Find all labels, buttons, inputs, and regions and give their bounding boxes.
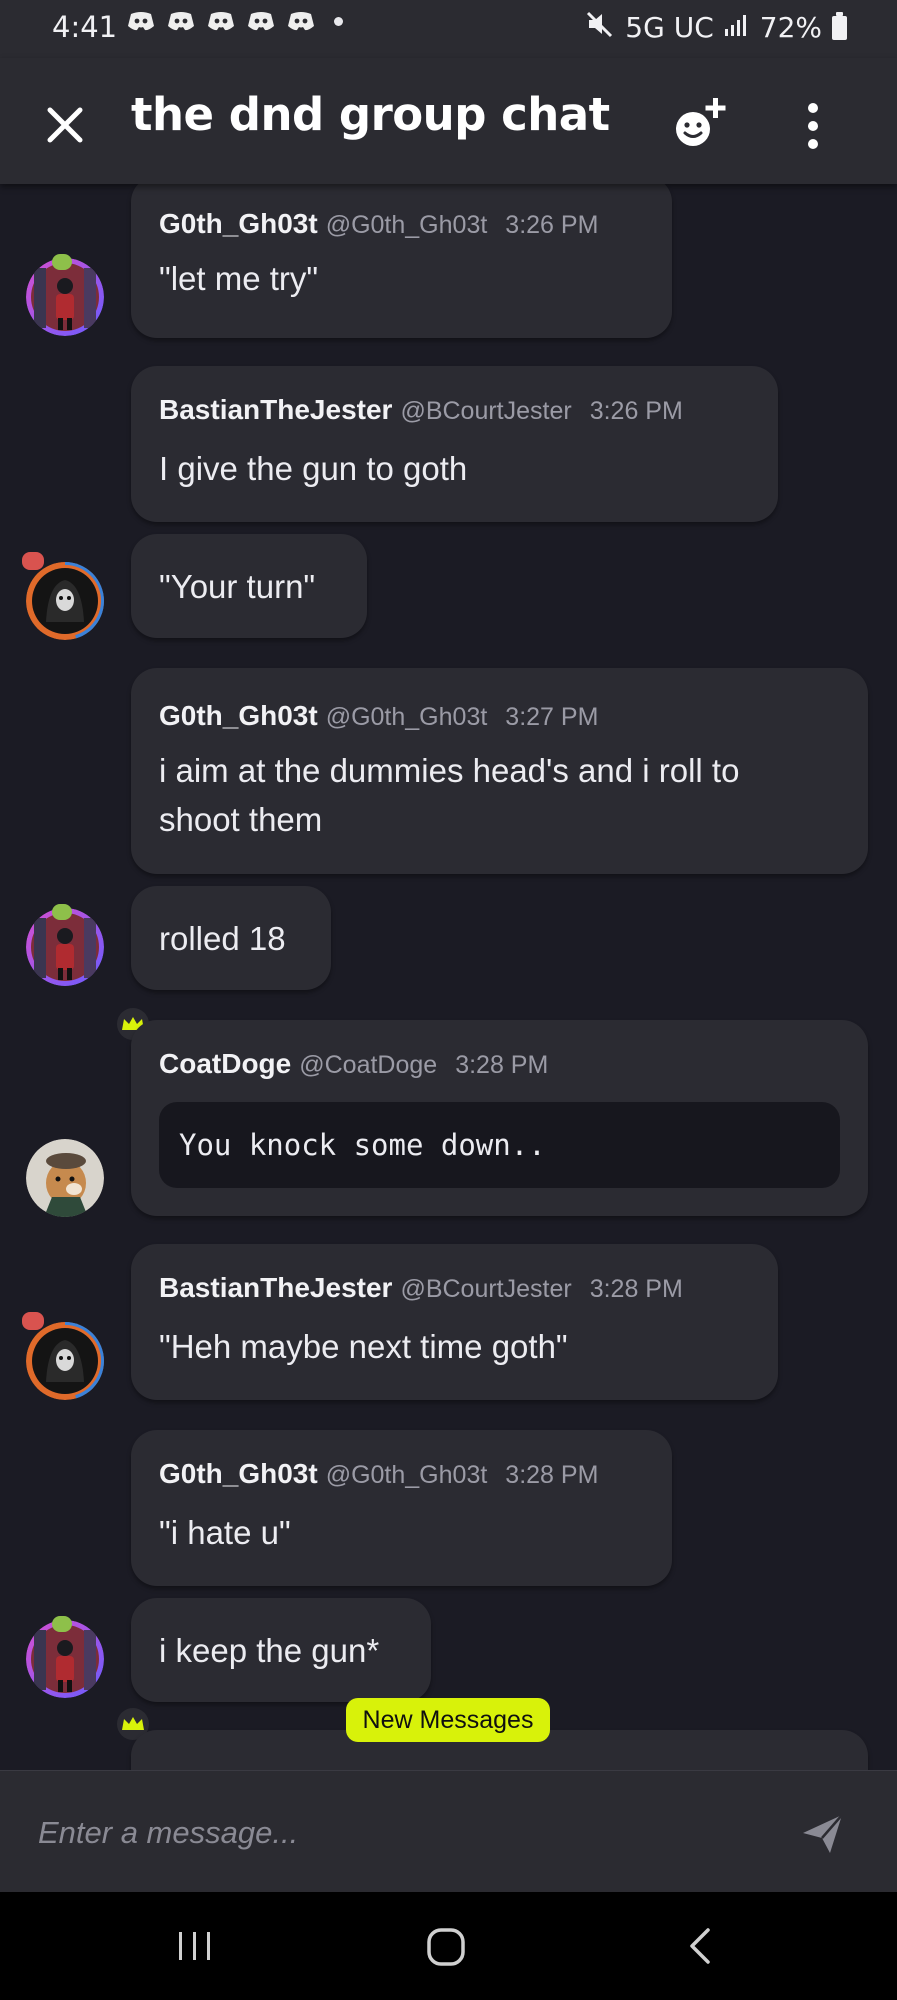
author-name[interactable]: G0th_Gh03t <box>159 1458 318 1489</box>
author-handle: @CoatDoge <box>299 1051 438 1079</box>
message-time: 3:28 PM <box>505 1461 599 1489</box>
avatar-bastian[interactable] <box>26 1322 104 1400</box>
message-bubble[interactable]: CoatDoge @CoatDoge 3:28 PM You knock some … <box>131 1020 868 1216</box>
status-bar: 4:41 5G UC 72% <box>0 0 897 58</box>
chat-header: the dnd group chat <box>0 58 897 184</box>
message-text-line: shoot them <box>159 801 323 838</box>
author-handle: @BCourtJester <box>400 1275 572 1303</box>
avatar-decoration-icon <box>22 552 44 570</box>
notification-icons <box>126 10 343 32</box>
close-icon[interactable] <box>40 100 90 150</box>
new-messages-badge[interactable]: New Messages <box>346 1698 550 1742</box>
discord-icon <box>246 10 276 32</box>
home-icon[interactable] <box>425 1926 467 1968</box>
discord-icon <box>206 10 236 32</box>
kebab-menu-icon[interactable] <box>796 98 830 154</box>
avatar-decoration-icon <box>22 1312 44 1330</box>
message-bubble[interactable]: "Your turn" <box>131 534 367 638</box>
message-meta: CoatDoge @CoatDoge 3:28 PM <box>159 1048 548 1080</box>
message-text: "i hate u" <box>159 1514 291 1551</box>
message-bubble[interactable]: G0th_Gh03t @G0th_Gh03t 3:26 PM "let me try… <box>131 184 672 338</box>
discord-icon <box>166 10 196 32</box>
message-meta: BastianTheJester @BCourtJester 3:28 PM <box>159 1272 683 1304</box>
emoji-add-icon[interactable] <box>668 92 732 156</box>
message-meta: G0th_Gh03t @G0th_Gh03t 3:28 PM <box>159 1458 598 1490</box>
message-time: 3:28 PM <box>455 1051 549 1079</box>
status-time: 4:41 <box>52 10 118 44</box>
message-bubble[interactable]: G0th_Gh03t @G0th_Gh03t 3:27 PM i aim at th… <box>131 668 868 874</box>
message-text: "let me try" <box>159 260 319 297</box>
back-icon[interactable] <box>680 1926 720 1966</box>
author-name[interactable]: BastianTheJester <box>159 394 392 425</box>
system-nav-bar <box>0 1892 897 2000</box>
message-bubble[interactable]: G0th_Gh03t @G0th_Gh03t 3:28 PM "i hate u" <box>131 1430 672 1586</box>
status-right: 5G UC 72% <box>585 10 847 45</box>
message-time: 3:28 PM <box>589 1275 683 1303</box>
avatar-decoration-icon <box>52 254 72 270</box>
battery-icon <box>832 11 847 40</box>
dot-icon <box>334 16 343 26</box>
message-input[interactable] <box>36 1801 780 1865</box>
message-meta: G0th_Gh03t @G0th_Gh03t 3:26 PM <box>159 208 598 240</box>
discord-icon <box>126 10 156 32</box>
message-meta: BastianTheJester @BCourtJester 3:26 PM <box>159 394 683 426</box>
message-bubble[interactable]: i keep the gun* <box>131 1598 431 1702</box>
author-name[interactable]: G0th_Gh03t <box>159 700 318 731</box>
message-feed[interactable]: G0th_Gh03t @G0th_Gh03t 3:26 PM "let me try… <box>0 184 897 1770</box>
message-text: "Your turn" <box>159 568 316 605</box>
author-handle: @G0th_Gh03t <box>325 211 488 239</box>
author-handle: @G0th_Gh03t <box>325 703 488 731</box>
chat-title: the dnd group chat <box>131 88 610 141</box>
message-text: I give the gun to goth <box>159 450 468 487</box>
message-bubble[interactable]: rolled 18 <box>131 886 331 990</box>
mute-icon <box>585 10 615 45</box>
message-bubble[interactable]: BastianTheJester @BCourtJester 3:26 PM I g… <box>131 366 778 522</box>
message-composer <box>0 1770 897 1893</box>
message-text: "Heh maybe next time goth" <box>159 1328 568 1365</box>
avatar-decoration-icon <box>52 1616 72 1632</box>
send-icon[interactable] <box>800 1811 846 1857</box>
signal-icon <box>724 11 750 44</box>
message-meta: G0th_Gh03t @G0th_Gh03t 3:27 PM <box>159 700 598 732</box>
avatar-coatdoge[interactable] <box>26 1139 104 1217</box>
author-name[interactable]: CoatDoge <box>159 1048 291 1079</box>
message-bubble[interactable]: BastianTheJester @BCourtJester 3:28 PM "He… <box>131 1244 778 1400</box>
author-handle: @G0th_Gh03t <box>325 1461 488 1489</box>
message-time: 3:26 PM <box>589 397 683 425</box>
network-label: 5G UC <box>625 11 714 44</box>
recent-apps-icon[interactable] <box>175 1926 215 1966</box>
message-time: 3:27 PM <box>505 703 599 731</box>
message-text: rolled 18 <box>159 920 286 957</box>
message-time: 3:26 PM <box>505 211 599 239</box>
battery-label: 72% <box>759 11 822 44</box>
code-block: You knock some down.. <box>159 1102 840 1188</box>
discord-icon <box>286 10 316 32</box>
message-text: i keep the gun* <box>159 1632 380 1669</box>
avatar-decoration-icon <box>52 904 72 920</box>
author-handle: @BCourtJester <box>400 397 572 425</box>
author-name[interactable]: G0th_Gh03t <box>159 208 318 239</box>
message-text-line: i aim at the dummies head's and i roll t… <box>159 752 740 789</box>
author-name[interactable]: BastianTheJester <box>159 1272 392 1303</box>
avatar-bastian[interactable] <box>26 562 104 640</box>
